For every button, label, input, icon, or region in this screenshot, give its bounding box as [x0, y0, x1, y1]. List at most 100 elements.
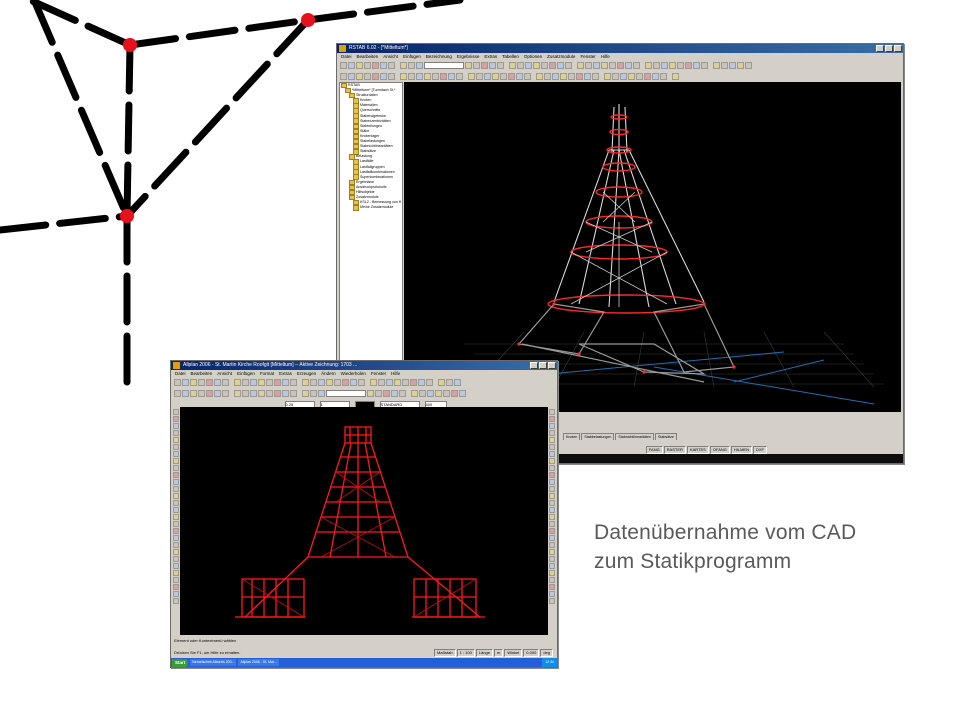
tab-1[interactable]: Stabbelastungen	[581, 433, 615, 440]
toolbar-button[interactable]	[508, 72, 515, 80]
toolbar-button[interactable]	[560, 72, 567, 80]
toolbar-button[interactable]	[173, 437, 179, 443]
toolbar-button[interactable]	[443, 389, 450, 397]
minimize-button[interactable]	[876, 45, 884, 52]
toolbar-button[interactable]	[549, 556, 555, 562]
toolbar-button[interactable]	[435, 389, 442, 397]
toolbar-button[interactable]	[173, 521, 179, 527]
menu-item[interactable]: Bearbeiten	[357, 53, 379, 60]
start-button[interactable]: Start	[172, 658, 189, 667]
toolbar-button[interactable]	[549, 472, 555, 478]
toolbar-button[interactable]	[633, 61, 640, 69]
menu-item[interactable]: Extras	[279, 370, 292, 377]
toolbar-button[interactable]	[446, 378, 453, 386]
toolbar-button[interactable]	[173, 451, 179, 457]
toolbar-button[interactable]	[222, 378, 229, 386]
toolbar-input[interactable]	[424, 61, 464, 69]
toolbar-button[interactable]	[310, 389, 317, 397]
toolbar-button[interactable]	[350, 378, 357, 386]
toolbar-button[interactable]	[173, 542, 179, 548]
toolbar-button[interactable]	[737, 61, 744, 69]
status-toggle[interactable]: DXF	[753, 446, 767, 454]
toolbar-button[interactable]	[549, 598, 555, 604]
tree-item[interactable]: Meine Zusatzmodule	[340, 205, 402, 211]
toolbar-button[interactable]	[173, 549, 179, 555]
toolbar-button[interactable]	[388, 61, 395, 69]
toolbar-button[interactable]	[394, 378, 401, 386]
toolbar-button[interactable]	[432, 72, 439, 80]
tab-2[interactable]: Stabnichtlinearitäten	[615, 433, 654, 440]
toolbar-button[interactable]	[250, 389, 257, 397]
tab-3[interactable]: Stabsätze	[654, 433, 677, 440]
toolbar-button[interactable]	[266, 378, 273, 386]
toolbar-button[interactable]	[465, 61, 472, 69]
toolbar-button[interactable]	[356, 61, 363, 69]
toolbar-button[interactable]	[677, 61, 684, 69]
menu-item[interactable]: Datei	[341, 53, 352, 60]
toolbar-button[interactable]	[302, 389, 309, 397]
toolbar-button[interactable]	[258, 389, 265, 397]
toolbar-button[interactable]	[484, 72, 491, 80]
toolbar-button[interactable]	[609, 61, 616, 69]
menu-item[interactable]: Einfügen	[237, 370, 255, 377]
toolbar-button[interactable]	[565, 61, 572, 69]
menu-item[interactable]: Extras	[484, 53, 497, 60]
toolbar-button[interactable]	[174, 378, 181, 386]
toolbar-button[interactable]	[318, 389, 325, 397]
toolbar-button[interactable]	[266, 389, 273, 397]
toolbar-button[interactable]	[549, 514, 555, 520]
toolbar-button[interactable]	[408, 61, 415, 69]
toolbar-button[interactable]	[400, 72, 407, 80]
toolbar-button[interactable]	[549, 507, 555, 513]
toolbar-button[interactable]	[214, 389, 221, 397]
toolbar-button[interactable]	[549, 542, 555, 548]
toolbar-button[interactable]	[173, 514, 179, 520]
toolbar-button[interactable]	[173, 591, 179, 597]
toolbar-button[interactable]	[342, 378, 349, 386]
toolbar-button[interactable]	[492, 72, 499, 80]
toolbar-button[interactable]	[198, 389, 205, 397]
toolbar-button[interactable]	[340, 61, 347, 69]
toolbar-button[interactable]	[380, 61, 387, 69]
menu-item[interactable]: Ergebnisse	[457, 53, 480, 60]
toolbar-button[interactable]	[173, 444, 179, 450]
toolbar-button[interactable]	[468, 72, 475, 80]
toolbar-button[interactable]	[206, 378, 213, 386]
menu-item[interactable]: Erzeugen	[297, 370, 316, 377]
toolbar-button[interactable]	[372, 61, 379, 69]
toolbar-button[interactable]	[525, 61, 532, 69]
toolbar-button[interactable]	[418, 378, 425, 386]
toolbar-button[interactable]	[661, 61, 668, 69]
toolbar-button[interactable]	[476, 72, 483, 80]
toolbar-button[interactable]	[190, 389, 197, 397]
toolbar-button[interactable]	[182, 378, 189, 386]
toolbar-button[interactable]	[348, 72, 355, 80]
toolbar-button[interactable]	[378, 378, 385, 386]
toolbar-button[interactable]	[182, 389, 189, 397]
menu-item[interactable]: Fenster	[580, 53, 595, 60]
toolbar-button[interactable]	[364, 61, 371, 69]
toolbar-button[interactable]	[652, 72, 659, 80]
toolbar-button[interactable]	[250, 378, 257, 386]
toolbar-button[interactable]	[549, 61, 556, 69]
toolbar-button[interactable]	[173, 486, 179, 492]
menu-item[interactable]: Bearbeiten	[191, 370, 213, 377]
toolbar-button[interactable]	[592, 72, 599, 80]
toolbar-button[interactable]	[549, 570, 555, 576]
toolbar-button[interactable]	[568, 72, 575, 80]
toolbar-button[interactable]	[584, 72, 591, 80]
toolbar-button[interactable]	[242, 389, 249, 397]
toolbar-button[interactable]	[427, 389, 434, 397]
toolbar-button[interactable]	[549, 423, 555, 429]
toolbar-button[interactable]	[549, 451, 555, 457]
toolbar-button[interactable]	[628, 72, 635, 80]
toolbar-button[interactable]	[459, 389, 466, 397]
toolbar-button[interactable]	[318, 378, 325, 386]
toolbar-button[interactable]	[524, 72, 531, 80]
toolbar-button[interactable]	[416, 72, 423, 80]
toolbar-button[interactable]	[549, 465, 555, 471]
toolbar-button[interactable]	[549, 486, 555, 492]
menu-item[interactable]: Zusatzmodule	[547, 53, 575, 60]
toolbar-button[interactable]	[497, 61, 504, 69]
status-toggle[interactable]: HILMEN	[730, 446, 752, 454]
